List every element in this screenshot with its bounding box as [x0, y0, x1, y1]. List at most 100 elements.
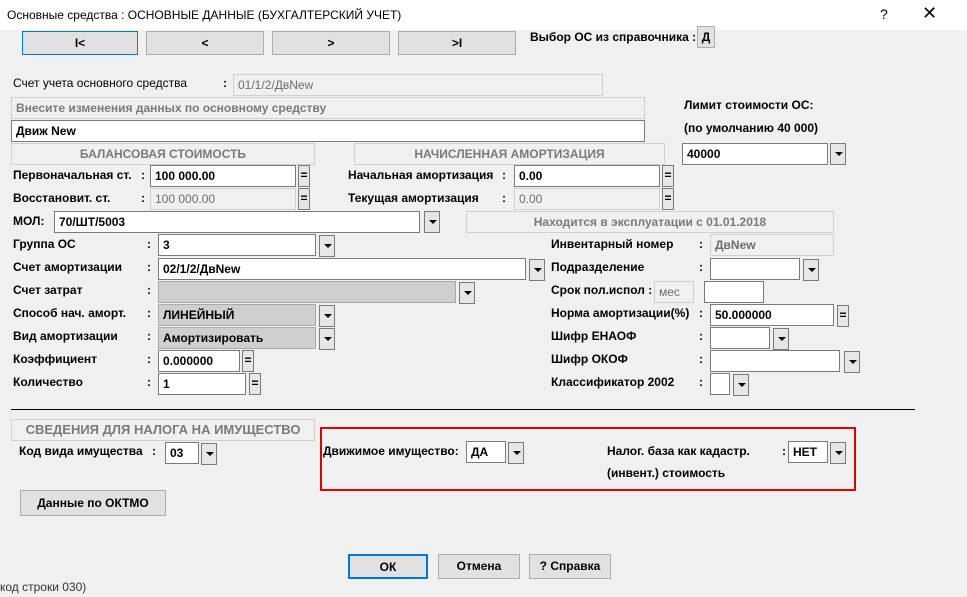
division-input[interactable]	[710, 258, 800, 280]
quantity-colon: :	[147, 375, 151, 389]
norm-calc-button[interactable]: =	[837, 305, 849, 327]
close-icon[interactable]: ✕	[922, 3, 937, 24]
limit-label: Лимит стоимости ОС:	[684, 98, 814, 112]
property-kind-label: Код вида имущества	[19, 444, 143, 458]
coefficient-calc-button[interactable]: =	[242, 350, 254, 372]
amortization-header: НАЧИСЛЕННАЯ АМОРТИЗАЦИЯ	[354, 143, 665, 165]
amort-method-dropdown[interactable]	[319, 305, 335, 327]
cadastral-base-label: Налог. база как кадастр.	[607, 444, 750, 458]
initial-cost-label: Первоначальная ст.	[13, 168, 132, 182]
coefficient-colon: :	[147, 352, 151, 366]
mol-label: МОЛ:	[13, 214, 45, 228]
initial-amort-calc-button[interactable]: =	[662, 165, 674, 187]
asset-group-dropdown[interactable]	[319, 235, 335, 257]
norm-label: Норма амортизации(%)	[551, 306, 690, 320]
changes-hint: Внесите изменения данных по основному ср…	[11, 97, 645, 119]
inventory-colon: :	[699, 237, 703, 251]
classifier-colon: :	[699, 375, 703, 389]
property-kind-input[interactable]: 03	[165, 442, 199, 464]
amort-method-input[interactable]: ЛИНЕЙНЫЙ	[158, 304, 316, 326]
initial-amort-input[interactable]: 0.00	[514, 165, 660, 187]
inventory-field: ДвNew	[710, 234, 834, 256]
ok-button[interactable]: ОК	[348, 554, 428, 579]
section-divider	[11, 409, 915, 410]
enaof-input[interactable]	[710, 327, 770, 349]
division-dropdown[interactable]	[803, 259, 819, 281]
amort-type-dropdown[interactable]	[319, 328, 335, 350]
movable-property-input[interactable]: ДА	[466, 441, 506, 463]
enaof-label: Шифр ЕНАОФ	[551, 329, 637, 343]
amort-method-colon: :	[147, 306, 151, 320]
selection-button[interactable]: Д	[697, 26, 715, 48]
amort-method-label: Способ нач. аморт.	[13, 306, 127, 320]
mol-input[interactable]: 70/ШТ/5003	[54, 211, 420, 233]
cadastral-base-colon: :	[782, 444, 786, 458]
initial-amort-label: Начальная амортизация	[348, 168, 494, 182]
exploitation-status: Находится в эксплуатации с 01.01.2018	[466, 211, 834, 233]
property-kind-colon: :	[152, 444, 156, 458]
cadastral-base-input[interactable]: НЕТ	[788, 441, 828, 463]
nav-first-button[interactable]: I<	[22, 31, 138, 55]
nav-next-button[interactable]: >	[272, 31, 390, 55]
balance-header: БАЛАНСОВАЯ СТОИМОСТЬ	[11, 143, 315, 165]
current-amort-calc-button[interactable]: =	[662, 188, 674, 210]
initial-cost-calc-button[interactable]: =	[298, 165, 310, 187]
asset-group-colon: :	[147, 237, 151, 251]
coefficient-input[interactable]: 0.000000	[158, 350, 240, 372]
nav-prev-button[interactable]: <	[146, 31, 264, 55]
amort-account-dropdown[interactable]	[529, 259, 545, 281]
okof-input[interactable]	[710, 350, 840, 372]
coefficient-label: Коэффициент	[13, 352, 98, 366]
restored-cost-field: 100 000.00	[150, 188, 296, 210]
initial-cost-input[interactable]: 100 000.00	[150, 165, 296, 187]
movable-property-label: Движимое имущество:	[323, 444, 459, 458]
restored-cost-colon: :	[141, 191, 145, 205]
property-kind-dropdown[interactable]	[201, 443, 217, 465]
amort-type-colon: :	[147, 329, 151, 343]
okof-dropdown[interactable]	[844, 351, 860, 373]
amort-account-label: Счет амортизации	[13, 260, 122, 274]
term-unit: мес	[654, 281, 694, 303]
highlight-frame	[320, 427, 856, 491]
help-button[interactable]: ? Справка	[529, 554, 611, 579]
cost-account-dropdown[interactable]	[459, 282, 475, 304]
current-amort-colon: :	[502, 191, 506, 205]
okof-colon: :	[699, 352, 703, 366]
division-colon: :	[699, 260, 703, 274]
okof-label: Шифр ОКОФ	[551, 352, 628, 366]
amort-type-label: Вид амортизации	[13, 329, 118, 343]
changes-input[interactable]: Движ New	[11, 120, 645, 142]
initial-amort-colon: :	[502, 168, 506, 182]
norm-input[interactable]: 50.000000	[710, 304, 834, 326]
quantity-calc-button[interactable]: =	[249, 373, 261, 395]
amort-type-input[interactable]: Амортизировать	[158, 327, 316, 349]
asset-group-input[interactable]: 3	[158, 234, 316, 256]
mol-dropdown[interactable]	[424, 211, 440, 233]
term-label: Срок пол.испол :	[551, 283, 653, 297]
term-input[interactable]	[704, 281, 764, 303]
enaof-colon: :	[699, 329, 703, 343]
classifier-input[interactable]	[710, 373, 730, 395]
limit-input[interactable]: 40000	[682, 143, 828, 165]
restored-cost-calc-button[interactable]: =	[298, 188, 310, 210]
limit-default-label: (по умолчанию 40 000)	[684, 121, 819, 135]
help-icon[interactable]: ?	[880, 6, 888, 22]
nav-last-button[interactable]: >I	[398, 31, 516, 55]
enaof-dropdown[interactable]	[773, 328, 789, 350]
cancel-button[interactable]: Отмена	[438, 554, 520, 579]
asset-group-label: Группа ОС	[13, 237, 76, 251]
classifier-dropdown[interactable]	[733, 374, 749, 396]
amort-account-input[interactable]: 02/1/2/ДвNew	[158, 258, 526, 280]
norm-colon: :	[699, 306, 703, 320]
quantity-label: Количество	[13, 375, 83, 389]
oktmo-button[interactable]: Данные по ОКТМО	[20, 490, 166, 516]
account-label: Счет учета основного средства	[13, 76, 188, 90]
initial-cost-colon: :	[141, 168, 145, 182]
limit-dropdown[interactable]	[830, 143, 846, 165]
cost-account-colon: :	[147, 283, 151, 297]
cadastral-base-dropdown[interactable]	[830, 442, 846, 464]
cost-account-input[interactable]	[158, 281, 456, 303]
movable-property-dropdown[interactable]	[508, 442, 524, 464]
quantity-input[interactable]: 1	[158, 373, 246, 395]
restored-cost-label: Восстановит. ст.	[13, 191, 111, 205]
